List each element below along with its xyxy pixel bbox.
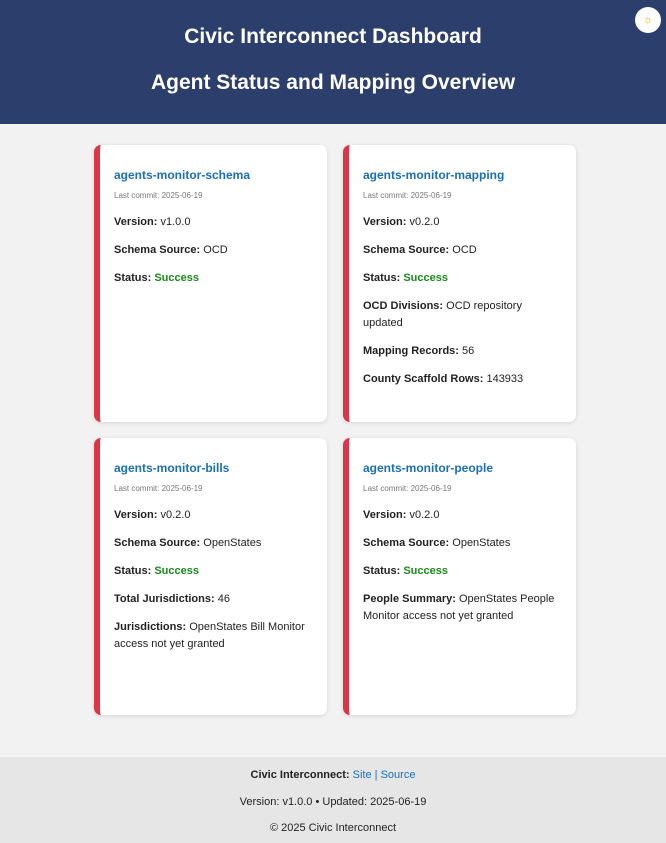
- source-link[interactable]: Source: [381, 769, 416, 781]
- status-row: Status: Success: [363, 565, 448, 577]
- status-badge: Success: [403, 565, 448, 577]
- sun-icon: ☼: [642, 14, 654, 26]
- agent-card-title-link[interactable]: agents-monitor-people: [363, 461, 562, 475]
- agent-cards-grid: agents-monitor-schema Last commit: 2025-…: [94, 145, 576, 715]
- status-badge: Success: [403, 272, 448, 284]
- last-commit-text: Last commit: 2025-06-19: [114, 484, 203, 493]
- last-commit-text: Last commit: 2025-06-19: [363, 484, 452, 493]
- total-jurisdictions-row: Total Jurisdictions: 46: [114, 593, 230, 605]
- page-footer: Civic Interconnect: Site | Source Versio…: [0, 757, 666, 843]
- agent-card-title-link[interactable]: agents-monitor-mapping: [363, 168, 562, 182]
- version-row: Version: v0.2.0: [363, 216, 440, 228]
- schema-source-row: Schema Source: OpenStates: [363, 537, 511, 549]
- footer-copyright: © 2025 Civic Interconnect: [269, 822, 397, 834]
- footer-link-separator: |: [374, 769, 378, 781]
- last-commit-text: Last commit: 2025-06-19: [363, 191, 452, 200]
- version-row: Version: v0.2.0: [114, 509, 191, 521]
- version-row: Version: v1.0.0: [114, 216, 191, 228]
- schema-source-row: Schema Source: OCD: [114, 244, 228, 256]
- agent-card-title-link[interactable]: agents-monitor-bills: [114, 461, 313, 475]
- page-header: Civic Interconnect Dashboard Agent Statu…: [0, 0, 666, 124]
- version-row: Version: v0.2.0: [363, 509, 440, 521]
- county-scaffold-rows-row: County Scaffold Rows: 143933: [363, 373, 524, 385]
- status-row: Status: Success: [363, 272, 448, 284]
- status-row: Status: Success: [114, 272, 199, 284]
- page-subtitle: Agent Status and Mapping Overview: [150, 71, 516, 94]
- last-commit-text: Last commit: 2025-06-19: [114, 191, 203, 200]
- footer-org-label: Civic Interconnect:: [250, 769, 350, 781]
- page-title: Civic Interconnect Dashboard: [184, 25, 482, 48]
- theme-toggle-button[interactable]: ☼: [635, 7, 661, 33]
- footer-links-line: Civic Interconnect: Site | Source: [0, 769, 666, 782]
- status-badge: Success: [154, 565, 199, 577]
- site-link[interactable]: Site: [353, 769, 372, 781]
- footer-version-line: Version: v1.0.0 • Updated: 2025-06-19: [239, 796, 427, 808]
- people-summary-row: People Summary: OpenStates People Monito…: [363, 593, 555, 622]
- status-row: Status: Success: [114, 565, 199, 577]
- agent-card-mapping: agents-monitor-mapping Last commit: 2025…: [343, 145, 576, 422]
- mapping-records-row: Mapping Records: 56: [363, 345, 475, 357]
- agent-card-title-link[interactable]: agents-monitor-schema: [114, 168, 313, 182]
- status-badge: Success: [154, 272, 199, 284]
- agent-card-people: agents-monitor-people Last commit: 2025-…: [343, 438, 576, 715]
- agent-card-schema: agents-monitor-schema Last commit: 2025-…: [94, 145, 327, 422]
- ocd-divisions-row: OCD Divisions: OCD repository updated: [363, 300, 522, 329]
- schema-source-row: Schema Source: OCD: [363, 244, 477, 256]
- agent-card-bills: agents-monitor-bills Last commit: 2025-0…: [94, 438, 327, 715]
- jurisdictions-row: Jurisdictions: OpenStates Bill Monitor a…: [114, 621, 305, 650]
- schema-source-row: Schema Source: OpenStates: [114, 537, 262, 549]
